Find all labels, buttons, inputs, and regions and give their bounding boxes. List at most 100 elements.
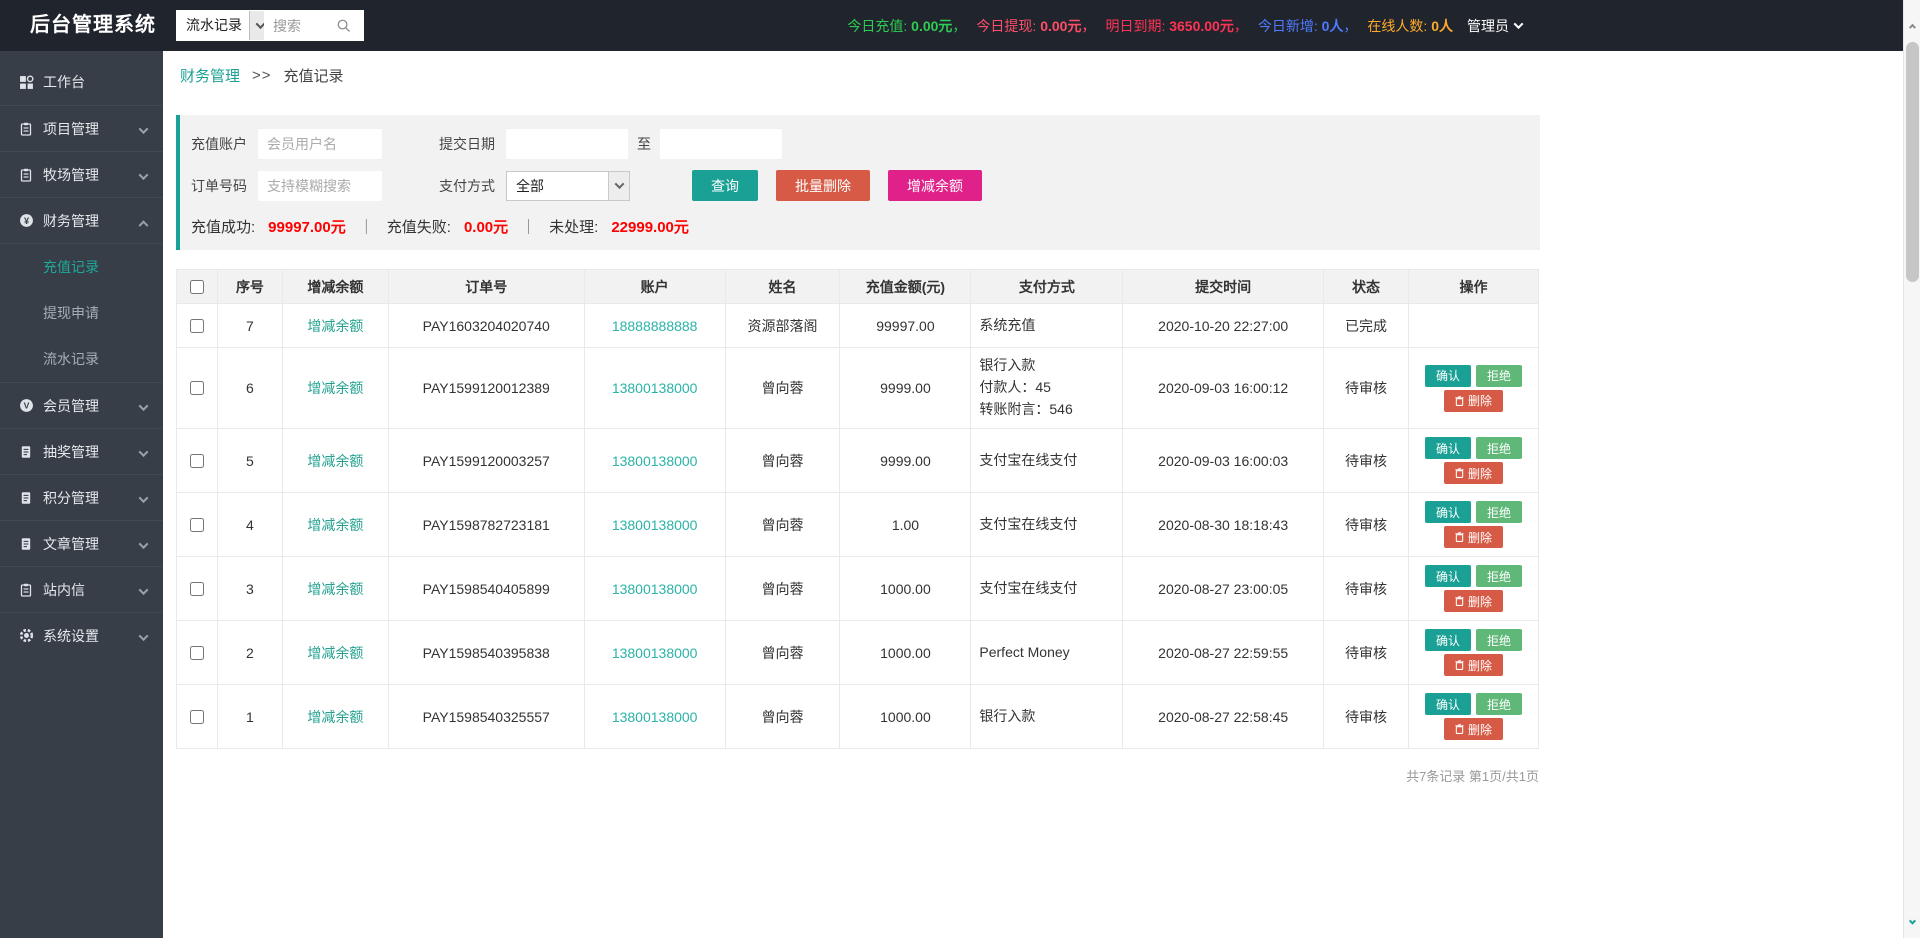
date-from-input[interactable] <box>506 129 628 159</box>
vertical-scrollbar[interactable] <box>1903 0 1920 938</box>
delete-button[interactable]: 删除 <box>1443 590 1503 612</box>
cell-order-no: PAY1599120003257 <box>387 428 585 493</box>
batch-delete-button[interactable]: 批量删除 <box>776 170 870 201</box>
adjust-balance-link[interactable]: 增减余额 <box>281 347 389 429</box>
confirm-button[interactable]: 确认 <box>1424 693 1471 715</box>
sidebar-item-label: 工作台 <box>43 74 85 90</box>
adjust-balance-link[interactable]: 增减余额 <box>281 684 389 749</box>
column-header: 增减余额 <box>281 269 389 304</box>
sidebar-item-points[interactable]: 积分管理 <box>0 474 163 520</box>
cell-order-no: PAY1599120012389 <box>387 347 585 429</box>
account-link[interactable]: 13800138000 <box>583 556 726 621</box>
order-number-input[interactable] <box>258 170 382 201</box>
column-header: 充值金额(元) <box>839 269 972 304</box>
scrollbar-thumb[interactable] <box>1906 42 1919 282</box>
confirm-button[interactable]: 确认 <box>1424 437 1471 459</box>
svg-text:V: V <box>23 401 29 411</box>
grid-icon <box>18 74 34 90</box>
confirm-button[interactable]: 确认 <box>1424 501 1471 523</box>
delete-button[interactable]: 删除 <box>1443 389 1503 412</box>
confirm-button[interactable]: 确认 <box>1424 629 1471 651</box>
clipboard-icon <box>18 167 34 183</box>
select-all-checkbox[interactable] <box>190 279 205 294</box>
adjust-balance-link[interactable]: 增减余额 <box>281 492 389 557</box>
chevron-down-icon <box>138 398 149 414</box>
sidebar-item-articles[interactable]: 文章管理 <box>0 520 163 566</box>
account-link[interactable]: 13800138000 <box>583 620 726 685</box>
sidebar-item-finance[interactable]: ¥ 财务管理 <box>0 197 163 243</box>
sidebar-item-settings[interactable]: 系统设置 <box>0 612 163 658</box>
search-input[interactable] <box>264 17 336 34</box>
delete-button[interactable]: 删除 <box>1443 462 1503 484</box>
reject-button[interactable]: 拒绝 <box>1475 565 1522 587</box>
row-checkbox[interactable] <box>190 318 205 333</box>
row-checkbox[interactable] <box>190 645 205 660</box>
search-icon[interactable] <box>336 18 351 33</box>
account-link[interactable]: 13800138000 <box>583 684 726 749</box>
date-to-input[interactable] <box>660 129 782 159</box>
cell-order-no: PAY1598540395838 <box>387 620 585 685</box>
trash-icon <box>1455 724 1464 734</box>
admin-menu[interactable]: 管理员 <box>1467 16 1524 36</box>
account-link[interactable]: 13800138000 <box>583 492 726 557</box>
chevron-down-icon <box>138 490 149 506</box>
sidebar-subitem-recharge-records[interactable]: 充值记录 <box>0 244 163 290</box>
row-checkbox[interactable] <box>190 381 205 395</box>
account-link[interactable]: 13800138000 <box>583 347 726 429</box>
status-badge: 已完成 <box>1323 303 1409 348</box>
pagination-summary: 共7条记录 第1页/共1页 <box>1406 769 1539 784</box>
reject-button[interactable]: 拒绝 <box>1475 501 1522 523</box>
cell-name: 曾向蓉 <box>724 428 841 493</box>
breadcrumb-section[interactable]: 财务管理 <box>180 65 240 86</box>
payment-method-select[interactable]: 全部 <box>506 170 630 201</box>
sidebar-item-label: 积分管理 <box>43 489 99 506</box>
sidebar-item-messages[interactable]: 站内信 <box>0 566 163 612</box>
adjust-balance-link[interactable]: 增减余额 <box>281 303 389 348</box>
sidebar-item-label: 会员管理 <box>43 397 99 414</box>
adjust-balance-button[interactable]: 增减余额 <box>888 170 982 201</box>
row-checkbox[interactable] <box>190 453 205 468</box>
module-select[interactable]: 流水记录 <box>176 10 271 41</box>
sidebar-item-lottery[interactable]: 抽奖管理 <box>0 428 163 474</box>
adjust-balance-link[interactable]: 增减余额 <box>281 428 389 493</box>
cell-amount: 1000.00 <box>839 684 972 749</box>
cell-time: 2020-08-27 22:59:55 <box>1122 620 1325 685</box>
row-checkbox[interactable] <box>190 517 205 532</box>
row-checkbox[interactable] <box>190 581 205 596</box>
confirm-button[interactable]: 确认 <box>1424 565 1471 587</box>
confirm-button[interactable]: 确认 <box>1424 364 1471 387</box>
sidebar-item-pasture[interactable]: 牧场管理 <box>0 151 163 197</box>
adjust-balance-link[interactable]: 增减余额 <box>281 556 389 621</box>
reject-button[interactable]: 拒绝 <box>1475 364 1522 387</box>
recharge-account-input[interactable] <box>258 129 382 159</box>
summary-failed-value: 0.00元 <box>463 219 509 236</box>
sidebar-item-members[interactable]: V 会员管理 <box>0 382 163 428</box>
date-to-label: 至 <box>637 136 651 152</box>
cell-pay-method: 支付宝在线支付 <box>970 428 1124 493</box>
summary-success-value: 99997.00元 <box>268 219 346 236</box>
breadcrumb: 财务管理 >> 充值记录 <box>163 51 1920 99</box>
delete-button[interactable]: 删除 <box>1443 526 1503 548</box>
delete-button[interactable]: 删除 <box>1443 654 1503 676</box>
breadcrumb-current: 充值记录 <box>283 67 344 85</box>
account-link[interactable]: 13800138000 <box>583 428 726 493</box>
cell-order-no: PAY1603204020740 <box>387 303 585 348</box>
cell-actions: 确认 拒绝 删除 <box>1407 556 1540 621</box>
sidebar-item-projects[interactable]: 项目管理 <box>0 105 163 151</box>
scroll-up-arrow-icon[interactable] <box>1904 14 1920 34</box>
chevron-down-icon <box>138 582 149 598</box>
reject-button[interactable]: 拒绝 <box>1475 437 1522 459</box>
sidebar-subitem-withdraw-requests[interactable]: 提现申请 <box>0 290 163 336</box>
payment-method-label: 支付方式 <box>439 177 495 194</box>
scroll-down-arrow-icon[interactable] <box>1904 912 1920 932</box>
sidebar-item-workbench[interactable]: 工作台 <box>0 59 163 105</box>
reject-button[interactable]: 拒绝 <box>1475 629 1522 651</box>
adjust-balance-link[interactable]: 增减余额 <box>281 620 389 685</box>
query-button[interactable]: 查询 <box>692 170 758 201</box>
reject-button[interactable]: 拒绝 <box>1475 693 1522 715</box>
delete-button[interactable]: 删除 <box>1443 718 1503 740</box>
sidebar-subitem-flow-records[interactable]: 流水记录 <box>0 336 163 382</box>
summary-pending-value: 22999.00元 <box>611 219 689 236</box>
account-link[interactable]: 18888888888 <box>583 303 726 348</box>
row-checkbox[interactable] <box>190 709 205 724</box>
